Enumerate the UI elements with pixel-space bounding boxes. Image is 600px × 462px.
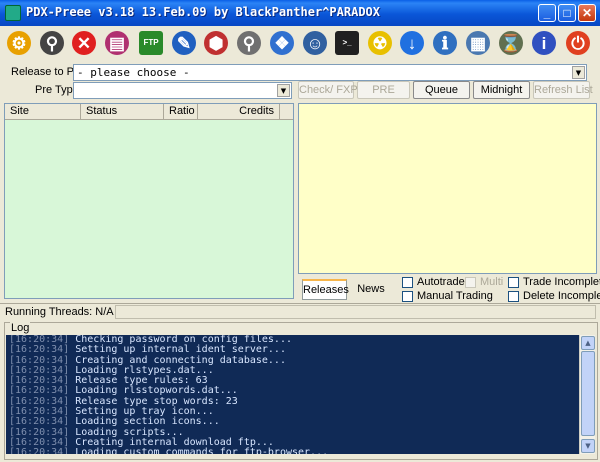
- toolbar-button-11[interactable]: >_: [333, 29, 361, 57]
- toolbar-button-18[interactable]: ⏻: [564, 29, 592, 57]
- queue-button[interactable]: Queue: [413, 81, 470, 99]
- scroll-up-arrow-icon[interactable]: ▲: [581, 336, 595, 350]
- toolbar-button-8[interactable]: ⚲: [235, 29, 263, 57]
- log-timestamp: [16:20:34]: [9, 447, 70, 454]
- toolbar-button-13[interactable]: ↓: [398, 29, 426, 57]
- delete-incomplete-label: Delete Incomplete: [523, 290, 600, 302]
- toolbar-button-10[interactable]: ☺: [301, 29, 329, 57]
- multi-label: Multi: [480, 276, 504, 288]
- scroll-down-arrow-icon[interactable]: ▼: [581, 439, 595, 453]
- column-header-filler: [280, 104, 293, 120]
- midnight-button[interactable]: Midnight: [473, 81, 530, 99]
- log-output[interactable]: [16:20:34] Checking password on config f…: [6, 335, 579, 454]
- clear-bucket-icon: ⬢: [204, 31, 228, 55]
- manual-trading-checkbox[interactable]: [402, 291, 413, 302]
- column-header-site[interactable]: Site: [5, 104, 81, 120]
- manual-trading-label: Manual Trading: [417, 290, 493, 302]
- connect-plug-icon: ⚲: [40, 31, 64, 55]
- column-header-status[interactable]: Status: [81, 104, 164, 120]
- trade-incomplete-checkbox[interactable]: [508, 277, 519, 288]
- minimize-button[interactable]: _: [538, 4, 556, 22]
- network-icon: ❖: [270, 31, 294, 55]
- toolbar-button-12[interactable]: ☢: [366, 29, 394, 57]
- power-exit-icon: ⏻: [566, 31, 590, 55]
- autotrade-label: Autotrade: [417, 276, 465, 288]
- status-bar-panel: [115, 305, 596, 319]
- release-to-pre-select[interactable]: - please choose - ▼: [73, 64, 587, 81]
- autotrade-checkbox[interactable]: [402, 277, 413, 288]
- tab-releases[interactable]: Releases: [302, 279, 349, 300]
- log-title: Log: [10, 322, 31, 334]
- scroll-thumb[interactable]: [581, 351, 595, 436]
- column-header-credits[interactable]: Credits: [198, 104, 280, 120]
- settings-gears-icon: ⚙: [7, 31, 31, 55]
- edit-notes-icon: ✎: [172, 31, 196, 55]
- toolbar-button-1[interactable]: ⚙: [5, 29, 33, 57]
- column-header-ratio[interactable]: Ratio: [164, 104, 198, 120]
- tab-news[interactable]: News: [352, 280, 390, 298]
- scheduler-icon: ⌛: [499, 31, 523, 55]
- trade-incomplete-label: Trade Incomplete: [523, 276, 600, 288]
- toolbar-button-4[interactable]: ▤: [103, 29, 131, 57]
- log-line: [16:20:34] Loading custom commands for f…: [9, 448, 576, 454]
- site-grid[interactable]: Site Status Ratio Credits: [4, 103, 294, 299]
- app-icon[interactable]: [5, 5, 21, 21]
- toolbar-button-9[interactable]: ❖: [268, 29, 296, 57]
- search-icon: ⚲: [237, 31, 261, 55]
- toolbar-button-16[interactable]: ⌛: [497, 29, 525, 57]
- log-scrollbar[interactable]: ▲ ▼: [579, 335, 595, 454]
- chevron-down-icon[interactable]: ▼: [277, 84, 290, 97]
- title-bar[interactable]: PDX-Preee v3.18 13.Feb.09 by BlackPanthe…: [0, 0, 600, 26]
- info-document-icon: ℹ: [433, 31, 457, 55]
- terminal-icon: >_: [335, 31, 359, 55]
- statistics-window-icon: ▦: [466, 31, 490, 55]
- toolbar-button-2[interactable]: ⚲: [38, 29, 66, 57]
- toolbar-button-6[interactable]: ✎: [170, 29, 198, 57]
- toolbar-button-5[interactable]: FTP: [137, 29, 165, 57]
- toolbar-button-3[interactable]: ✕: [70, 29, 98, 57]
- app-window: PDX-Preee v3.18 13.Feb.09 by BlackPanthe…: [0, 0, 600, 462]
- log-message: Loading custom commands for ftp-browser.…: [75, 447, 329, 454]
- close-button[interactable]: ✕: [578, 4, 596, 22]
- multi-checkbox[interactable]: [465, 277, 476, 288]
- window-title: PDX-Preee v3.18 13.Feb.09 by BlackPanthe…: [26, 5, 381, 19]
- status-bar: Running Threads: N/A: [0, 303, 600, 319]
- toolbar-button-7[interactable]: ⬢: [202, 29, 230, 57]
- help-icon: i: [532, 31, 556, 55]
- refresh-list-button[interactable]: Refresh List: [533, 81, 593, 99]
- ftp-icon: FTP: [139, 31, 163, 55]
- stop-icon: ✕: [72, 31, 96, 55]
- toolbar: ⚙ ⚲ ✕ ▤ FTP ✎ ⬢ ⚲ ❖ ☺ >_ ☢ ↓ ℹ ▦ ⌛ i ⏻: [0, 26, 600, 60]
- archive-books-icon: ▤: [105, 31, 129, 55]
- toolbar-button-17[interactable]: i: [530, 29, 558, 57]
- pre-button[interactable]: PRE: [357, 81, 410, 99]
- download-arrow-icon: ↓: [400, 31, 424, 55]
- releases-panel[interactable]: [298, 103, 597, 274]
- users-icon: ☺: [303, 31, 327, 55]
- check-fxp-button[interactable]: Check/ FXP: [298, 81, 358, 99]
- maximize-button[interactable]: □: [558, 4, 576, 22]
- pre-type-select[interactable]: ▼: [73, 82, 292, 99]
- release-to-pre-value: - please choose -: [77, 66, 190, 79]
- toolbar-button-15[interactable]: ▦: [464, 29, 492, 57]
- delete-incomplete-checkbox[interactable]: [508, 291, 519, 302]
- nuke-icon: ☢: [368, 31, 392, 55]
- toolbar-button-14[interactable]: ℹ: [431, 29, 459, 57]
- running-threads-status: Running Threads: N/A: [5, 306, 114, 318]
- chevron-down-icon[interactable]: ▼: [572, 66, 585, 79]
